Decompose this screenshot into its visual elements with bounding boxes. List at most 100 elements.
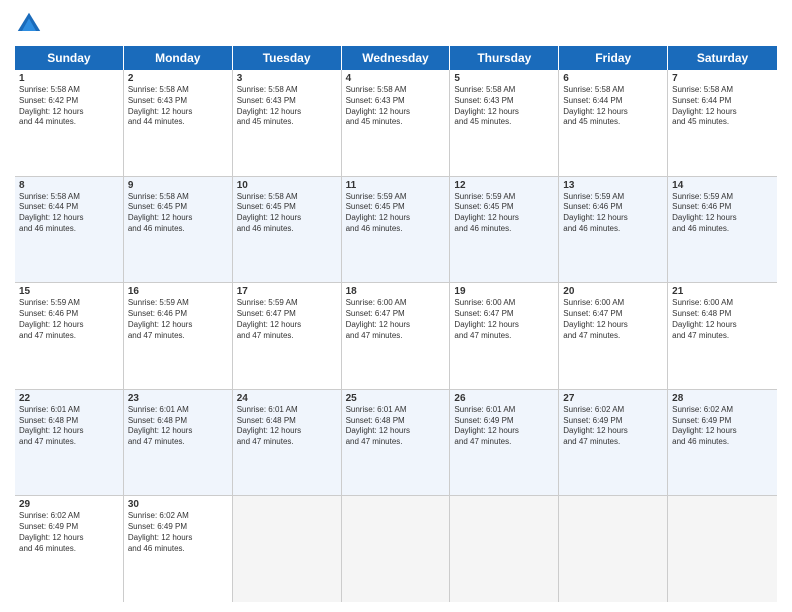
day-number: 7 (672, 73, 773, 84)
day-number: 29 (19, 499, 119, 510)
day-number: 15 (19, 286, 119, 297)
day-number: 16 (128, 286, 228, 297)
day-info: Sunrise: 5:58 AMSunset: 6:43 PMDaylight:… (346, 85, 446, 128)
day-info: Sunrise: 5:58 AMSunset: 6:45 PMDaylight:… (237, 192, 337, 235)
header-day-tuesday: Tuesday (233, 46, 342, 70)
day-number: 9 (128, 180, 228, 191)
day-number: 2 (128, 73, 228, 84)
day-info: Sunrise: 6:02 AMSunset: 6:49 PMDaylight:… (19, 511, 119, 554)
calendar-day-15: 15Sunrise: 5:59 AMSunset: 6:46 PMDayligh… (15, 283, 124, 389)
calendar-day-30: 30Sunrise: 6:02 AMSunset: 6:49 PMDayligh… (124, 496, 233, 602)
calendar-day-14: 14Sunrise: 5:59 AMSunset: 6:46 PMDayligh… (668, 177, 777, 283)
calendar-day-20: 20Sunrise: 6:00 AMSunset: 6:47 PMDayligh… (559, 283, 668, 389)
header-day-saturday: Saturday (668, 46, 777, 70)
calendar-header: SundayMondayTuesdayWednesdayThursdayFrid… (15, 46, 777, 70)
calendar-week-2: 8Sunrise: 5:58 AMSunset: 6:44 PMDaylight… (15, 177, 777, 284)
day-number: 23 (128, 393, 228, 404)
calendar-day-12: 12Sunrise: 5:59 AMSunset: 6:45 PMDayligh… (450, 177, 559, 283)
calendar-day-28: 28Sunrise: 6:02 AMSunset: 6:49 PMDayligh… (668, 390, 777, 496)
day-info: Sunrise: 6:02 AMSunset: 6:49 PMDaylight:… (563, 405, 663, 448)
day-info: Sunrise: 5:58 AMSunset: 6:42 PMDaylight:… (19, 85, 119, 128)
day-info: Sunrise: 5:59 AMSunset: 6:45 PMDaylight:… (454, 192, 554, 235)
day-number: 28 (672, 393, 773, 404)
day-info: Sunrise: 6:00 AMSunset: 6:47 PMDaylight:… (563, 298, 663, 341)
calendar-day-18: 18Sunrise: 6:00 AMSunset: 6:47 PMDayligh… (342, 283, 451, 389)
day-number: 30 (128, 499, 228, 510)
day-number: 20 (563, 286, 663, 297)
day-info: Sunrise: 6:01 AMSunset: 6:48 PMDaylight:… (19, 405, 119, 448)
day-info: Sunrise: 5:58 AMSunset: 6:43 PMDaylight:… (454, 85, 554, 128)
calendar-day-21: 21Sunrise: 6:00 AMSunset: 6:48 PMDayligh… (668, 283, 777, 389)
calendar-day-19: 19Sunrise: 6:00 AMSunset: 6:47 PMDayligh… (450, 283, 559, 389)
calendar-day-29: 29Sunrise: 6:02 AMSunset: 6:49 PMDayligh… (15, 496, 124, 602)
day-number: 22 (19, 393, 119, 404)
day-number: 19 (454, 286, 554, 297)
header-day-thursday: Thursday (450, 46, 559, 70)
day-info: Sunrise: 5:59 AMSunset: 6:47 PMDaylight:… (237, 298, 337, 341)
day-number: 13 (563, 180, 663, 191)
day-info: Sunrise: 5:59 AMSunset: 6:46 PMDaylight:… (19, 298, 119, 341)
day-number: 3 (237, 73, 337, 84)
day-info: Sunrise: 5:59 AMSunset: 6:46 PMDaylight:… (128, 298, 228, 341)
header-day-monday: Monday (124, 46, 233, 70)
day-info: Sunrise: 5:58 AMSunset: 6:44 PMDaylight:… (19, 192, 119, 235)
day-info: Sunrise: 5:58 AMSunset: 6:44 PMDaylight:… (563, 85, 663, 128)
day-info: Sunrise: 6:02 AMSunset: 6:49 PMDaylight:… (128, 511, 228, 554)
calendar: SundayMondayTuesdayWednesdayThursdayFrid… (15, 46, 777, 602)
day-info: Sunrise: 6:01 AMSunset: 6:48 PMDaylight:… (128, 405, 228, 448)
header-day-sunday: Sunday (15, 46, 124, 70)
day-number: 14 (672, 180, 773, 191)
day-number: 18 (346, 286, 446, 297)
calendar-empty-cell (668, 496, 777, 602)
day-info: Sunrise: 6:02 AMSunset: 6:49 PMDaylight:… (672, 405, 773, 448)
day-info: Sunrise: 5:58 AMSunset: 6:43 PMDaylight:… (128, 85, 228, 128)
calendar-day-26: 26Sunrise: 6:01 AMSunset: 6:49 PMDayligh… (450, 390, 559, 496)
calendar-week-1: 1Sunrise: 5:58 AMSunset: 6:42 PMDaylight… (15, 70, 777, 177)
day-number: 5 (454, 73, 554, 84)
calendar-empty-cell (559, 496, 668, 602)
header-day-friday: Friday (559, 46, 668, 70)
day-info: Sunrise: 6:00 AMSunset: 6:48 PMDaylight:… (672, 298, 773, 341)
calendar-day-11: 11Sunrise: 5:59 AMSunset: 6:45 PMDayligh… (342, 177, 451, 283)
day-info: Sunrise: 5:59 AMSunset: 6:45 PMDaylight:… (346, 192, 446, 235)
header (15, 10, 777, 38)
day-number: 17 (237, 286, 337, 297)
calendar-day-13: 13Sunrise: 5:59 AMSunset: 6:46 PMDayligh… (559, 177, 668, 283)
calendar-week-4: 22Sunrise: 6:01 AMSunset: 6:48 PMDayligh… (15, 390, 777, 497)
calendar-day-24: 24Sunrise: 6:01 AMSunset: 6:48 PMDayligh… (233, 390, 342, 496)
day-info: Sunrise: 6:00 AMSunset: 6:47 PMDaylight:… (454, 298, 554, 341)
calendar-day-25: 25Sunrise: 6:01 AMSunset: 6:48 PMDayligh… (342, 390, 451, 496)
calendar-empty-cell (233, 496, 342, 602)
calendar-day-22: 22Sunrise: 6:01 AMSunset: 6:48 PMDayligh… (15, 390, 124, 496)
calendar-body: 1Sunrise: 5:58 AMSunset: 6:42 PMDaylight… (15, 70, 777, 602)
calendar-day-5: 5Sunrise: 5:58 AMSunset: 6:43 PMDaylight… (450, 70, 559, 176)
calendar-day-16: 16Sunrise: 5:59 AMSunset: 6:46 PMDayligh… (124, 283, 233, 389)
day-number: 4 (346, 73, 446, 84)
day-number: 8 (19, 180, 119, 191)
calendar-day-23: 23Sunrise: 6:01 AMSunset: 6:48 PMDayligh… (124, 390, 233, 496)
day-number: 21 (672, 286, 773, 297)
day-number: 12 (454, 180, 554, 191)
day-number: 24 (237, 393, 337, 404)
day-info: Sunrise: 6:01 AMSunset: 6:48 PMDaylight:… (346, 405, 446, 448)
day-info: Sunrise: 5:58 AMSunset: 6:45 PMDaylight:… (128, 192, 228, 235)
day-info: Sunrise: 5:58 AMSunset: 6:44 PMDaylight:… (672, 85, 773, 128)
calendar-day-17: 17Sunrise: 5:59 AMSunset: 6:47 PMDayligh… (233, 283, 342, 389)
day-number: 10 (237, 180, 337, 191)
calendar-day-7: 7Sunrise: 5:58 AMSunset: 6:44 PMDaylight… (668, 70, 777, 176)
day-number: 27 (563, 393, 663, 404)
day-number: 11 (346, 180, 446, 191)
day-info: Sunrise: 5:59 AMSunset: 6:46 PMDaylight:… (563, 192, 663, 235)
calendar-empty-cell (342, 496, 451, 602)
calendar-week-5: 29Sunrise: 6:02 AMSunset: 6:49 PMDayligh… (15, 496, 777, 602)
calendar-day-1: 1Sunrise: 5:58 AMSunset: 6:42 PMDaylight… (15, 70, 124, 176)
day-number: 25 (346, 393, 446, 404)
header-day-wednesday: Wednesday (342, 46, 451, 70)
day-number: 1 (19, 73, 119, 84)
day-info: Sunrise: 5:59 AMSunset: 6:46 PMDaylight:… (672, 192, 773, 235)
day-info: Sunrise: 6:01 AMSunset: 6:48 PMDaylight:… (237, 405, 337, 448)
calendar-day-4: 4Sunrise: 5:58 AMSunset: 6:43 PMDaylight… (342, 70, 451, 176)
generalblue-logo-icon (15, 10, 43, 38)
day-info: Sunrise: 5:58 AMSunset: 6:43 PMDaylight:… (237, 85, 337, 128)
calendar-empty-cell (450, 496, 559, 602)
